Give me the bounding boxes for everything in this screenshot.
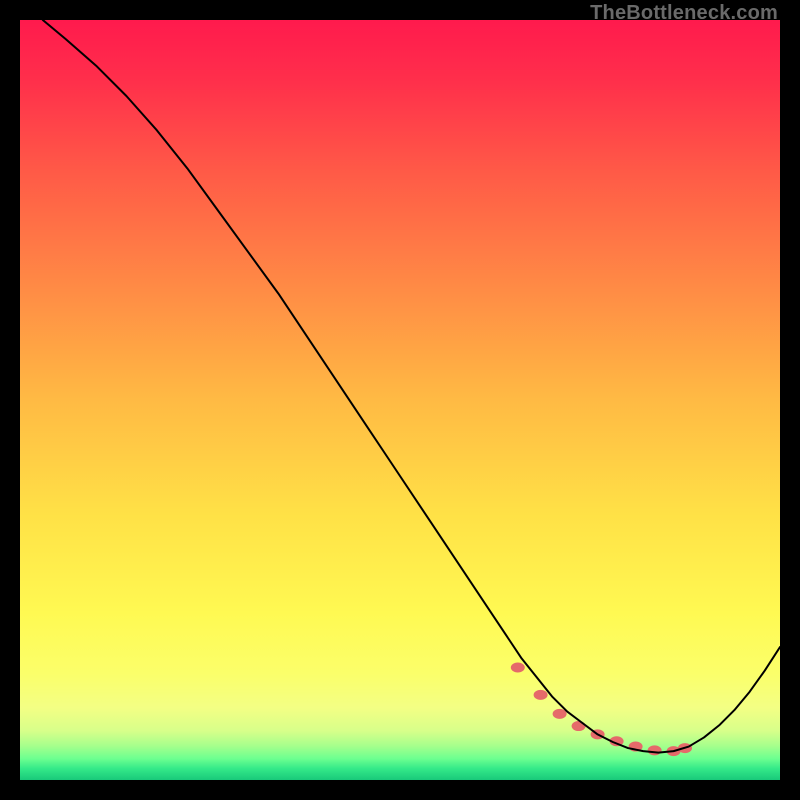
- highlight-dot: [511, 663, 525, 673]
- highlight-dot: [553, 709, 567, 719]
- highlight-dot: [534, 690, 548, 700]
- watermark-text: TheBottleneck.com: [590, 2, 778, 25]
- highlight-dot: [572, 721, 586, 731]
- highlight-dot: [648, 745, 662, 755]
- plot-svg: [20, 20, 780, 780]
- chart-frame: TheBottleneck.com: [0, 0, 800, 800]
- heat-gradient: [20, 20, 780, 780]
- plot-area: [20, 20, 780, 780]
